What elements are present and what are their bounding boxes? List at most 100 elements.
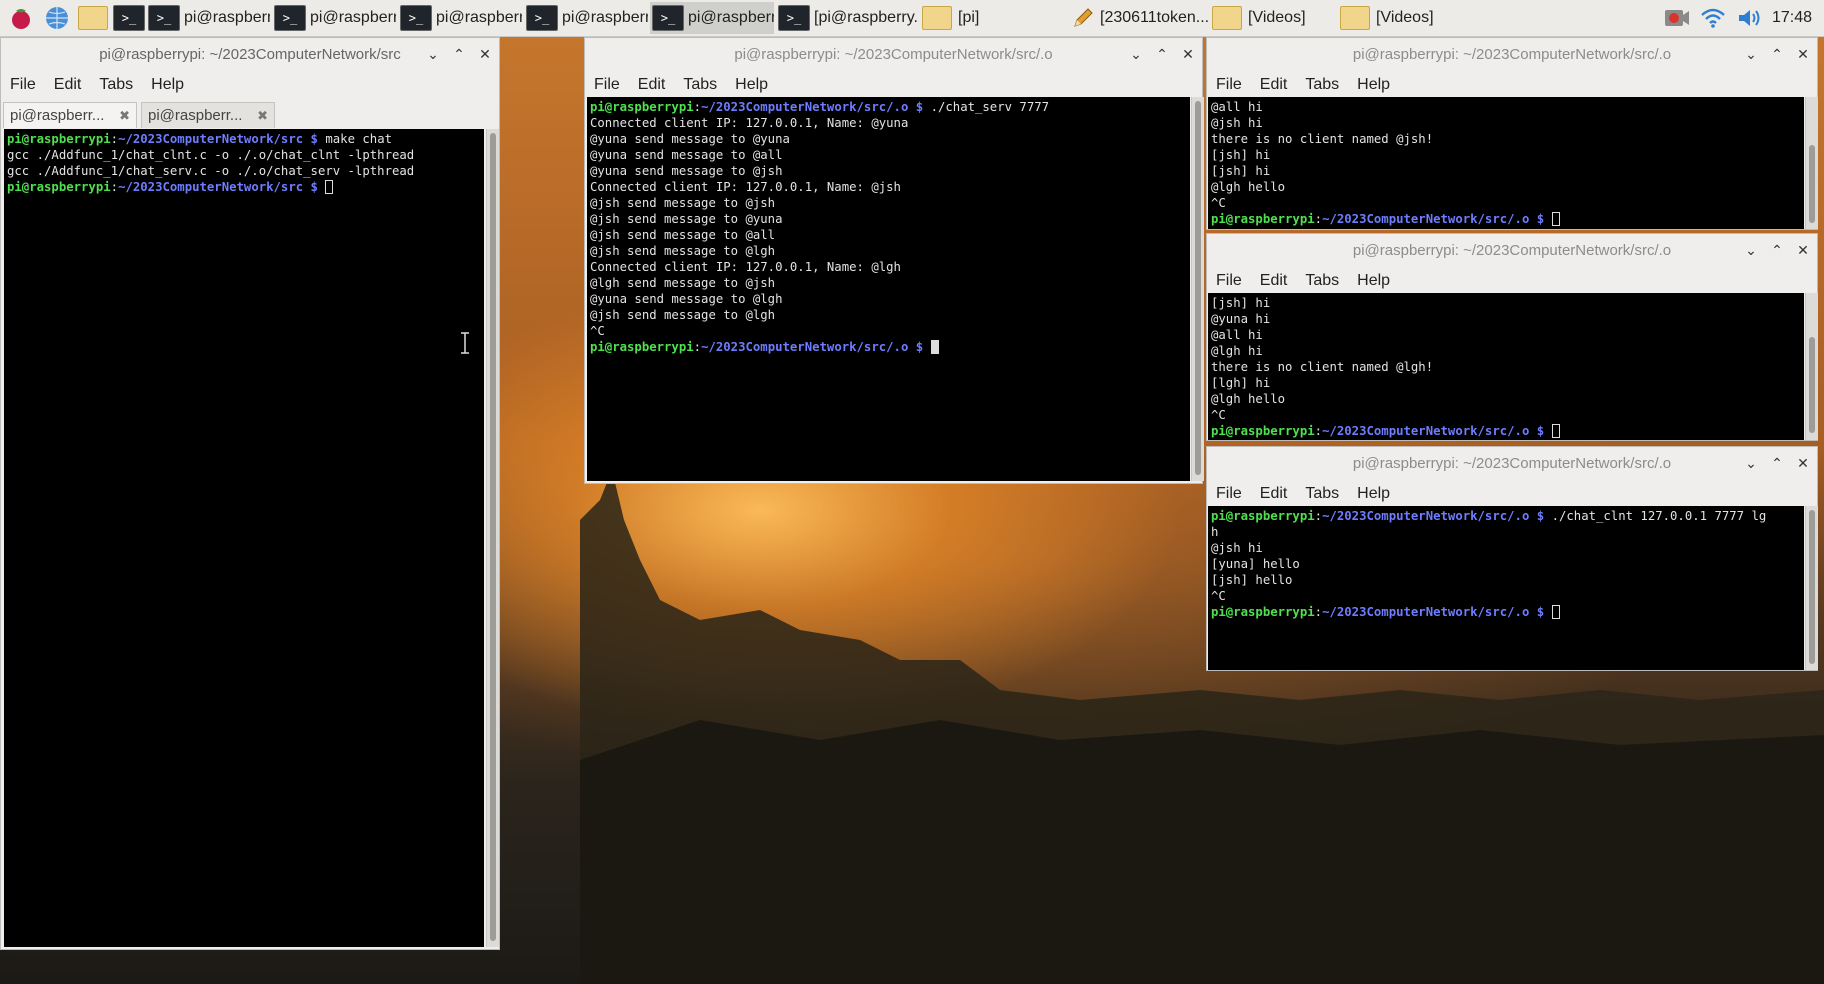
terminal-window-make[interactable]: pi@raspberrypi: ~/2023ComputerNetwork/sr… [0,37,500,950]
terminal-output[interactable]: [jsh] hi @yuna hi @all hi @lgh hi there is n… [1208,293,1804,440]
scrollbar[interactable] [486,129,499,947]
terminal-line: @lgh hello [1211,180,1286,194]
tab-terminal-1[interactable]: pi@raspberr... ✖ [3,102,137,128]
maximize-icon[interactable]: ⌃ [451,46,467,62]
folder-icon [1212,6,1242,30]
file-manager-icon[interactable] [78,3,108,33]
terminal-line: @yuna send message to @lgh [590,292,783,306]
menu-tabs[interactable]: Tabs [1305,76,1339,94]
terminal-line: @lgh send message to @jsh [590,276,776,290]
screen-record-icon[interactable] [1662,3,1692,33]
minimize-icon[interactable]: ⌄ [1743,46,1759,62]
menubar: File Edit Tabs Help [1207,266,1817,296]
close-tab-icon[interactable]: ✖ [257,108,268,124]
taskbar-window-button[interactable]: >_ [pi@raspberry... [776,2,918,34]
scrollbar[interactable] [1805,506,1818,670]
menu-edit[interactable]: Edit [1260,76,1288,94]
raspberry-menu-icon[interactable] [6,3,36,33]
close-icon[interactable]: ✕ [1795,46,1811,62]
menu-file[interactable]: File [594,76,620,94]
terminal-window-client-2[interactable]: pi@raspberrypi: ~/2023ComputerNetwork/sr… [1206,233,1818,441]
taskbar-window-button-active[interactable]: >_pi@raspberry... [650,2,774,34]
folder-icon [1340,6,1370,30]
taskbar-window-button[interactable]: [Videos] [1338,2,1458,34]
menu-help[interactable]: Help [735,76,768,94]
terminal-line: pi@raspberrypi:~/2023ComputerNetwork/src… [1211,423,1801,439]
terminal-line: @jsh send message to @yuna [590,212,783,226]
menu-edit[interactable]: Edit [1260,485,1288,503]
minimize-icon[interactable]: ⌄ [1743,455,1759,471]
menu-file[interactable]: File [10,76,36,94]
text-cursor [1551,605,1560,619]
terminal-output[interactable]: pi@raspberrypi:~/2023ComputerNetwork/src… [4,129,484,947]
taskbar-window-button[interactable]: >_pi@raspberry... [272,2,396,34]
terminal-launcher-icon[interactable]: >_ [113,3,145,33]
menu-file[interactable]: File [1216,485,1242,503]
terminal-line: @jsh send message to @jsh [590,196,776,210]
wifi-icon[interactable] [1698,3,1728,33]
menu-edit[interactable]: Edit [54,76,82,94]
menu-tabs[interactable]: Tabs [99,76,133,94]
terminal-line: @lgh hi [1211,344,1263,358]
maximize-icon[interactable]: ⌃ [1154,46,1170,62]
close-icon[interactable]: ✕ [1795,242,1811,258]
terminal-output[interactable]: @all hi @jsh hi there is no client named @… [1208,97,1804,229]
terminal-window-server[interactable]: pi@raspberrypi: ~/2023ComputerNetwork/sr… [584,37,1204,484]
terminal-line: gcc ./Addfunc_1/chat_serv.c -o ./.o/chat… [7,164,415,178]
menu-help[interactable]: Help [151,76,184,94]
web-browser-icon[interactable] [42,3,72,33]
terminal-output[interactable]: pi@raspberrypi:~/2023ComputerNetwork/src… [587,97,1190,481]
terminal-line: there is no client named @lgh! [1211,360,1434,374]
taskbar-window-button[interactable]: >_pi@raspberry... [524,2,648,34]
taskbar-window-button[interactable]: >_pi@raspberry... [398,2,522,34]
window-titlebar[interactable]: pi@raspberrypi: ~/2023ComputerNetwork/sr… [585,38,1202,70]
menu-edit[interactable]: Edit [638,76,666,94]
menubar: File Edit Tabs Help [1207,70,1817,100]
terminal-window-client-1[interactable]: pi@raspberrypi: ~/2023ComputerNetwork/sr… [1206,37,1818,230]
maximize-icon[interactable]: ⌃ [1769,455,1785,471]
menu-tabs[interactable]: Tabs [1305,272,1339,290]
terminal-line: Connected client IP: 127.0.0.1, Name: @l… [590,260,901,274]
terminal-window-client-3[interactable]: pi@raspberrypi: ~/2023ComputerNetwork/sr… [1206,446,1818,671]
minimize-icon[interactable]: ⌄ [1743,242,1759,258]
terminal-line: ^C [1211,196,1226,210]
taskbar-window-button[interactable]: [Videos] [1210,2,1336,34]
close-icon[interactable]: ✕ [1795,455,1811,471]
scrollbar[interactable] [1805,97,1818,229]
terminal-line: pi@raspberrypi:~/2023ComputerNetwork/src… [7,179,481,195]
menu-file[interactable]: File [1216,76,1242,94]
menu-edit[interactable]: Edit [1260,272,1288,290]
taskbar-window-button[interactable]: >_pi@raspberry... [146,2,270,34]
window-titlebar[interactable]: pi@raspberrypi: ~/2023ComputerNetwork/sr… [1207,38,1817,70]
menu-file[interactable]: File [1216,272,1242,290]
menu-help[interactable]: Help [1357,485,1390,503]
volume-icon[interactable] [1734,3,1764,33]
minimize-icon[interactable]: ⌄ [425,46,441,62]
terminal-line: [jsh] hello [1211,573,1293,587]
close-tab-icon[interactable]: ✖ [119,108,130,124]
terminal-line: pi@raspberrypi:~/2023ComputerNetwork/src… [7,132,393,146]
minimize-icon[interactable]: ⌄ [1128,46,1144,62]
scrollbar[interactable] [1805,293,1818,440]
window-titlebar[interactable]: pi@raspberrypi: ~/2023ComputerNetwork/sr… [1207,447,1817,479]
terminal-line: [lgh] hi [1211,376,1271,390]
window-titlebar[interactable]: pi@raspberrypi: ~/2023ComputerNetwork/sr… [1207,234,1817,266]
maximize-icon[interactable]: ⌃ [1769,46,1785,62]
menu-tabs[interactable]: Tabs [683,76,717,94]
tab-terminal-2[interactable]: pi@raspberr... ✖ [141,102,275,128]
scrollbar[interactable] [1191,97,1204,481]
terminal-output[interactable]: pi@raspberrypi:~/2023ComputerNetwork/src… [1208,506,1804,670]
taskbar-window-button[interactable]: [pi] [920,2,1066,34]
terminal-line: [yuna] hello [1211,557,1300,571]
window-titlebar[interactable]: pi@raspberrypi: ~/2023ComputerNetwork/sr… [1,38,499,70]
close-icon[interactable]: ✕ [477,46,493,62]
taskbar-window-button[interactable]: [230611token... [1068,2,1208,34]
terminal-line: pi@raspberrypi:~/2023ComputerNetwork/src… [590,339,1187,355]
close-icon[interactable]: ✕ [1180,46,1196,62]
maximize-icon[interactable]: ⌃ [1769,242,1785,258]
terminal-line: ^C [1211,408,1226,422]
menu-tabs[interactable]: Tabs [1305,485,1339,503]
menu-help[interactable]: Help [1357,76,1390,94]
menu-help[interactable]: Help [1357,272,1390,290]
terminal-icon: >_ [400,5,432,31]
